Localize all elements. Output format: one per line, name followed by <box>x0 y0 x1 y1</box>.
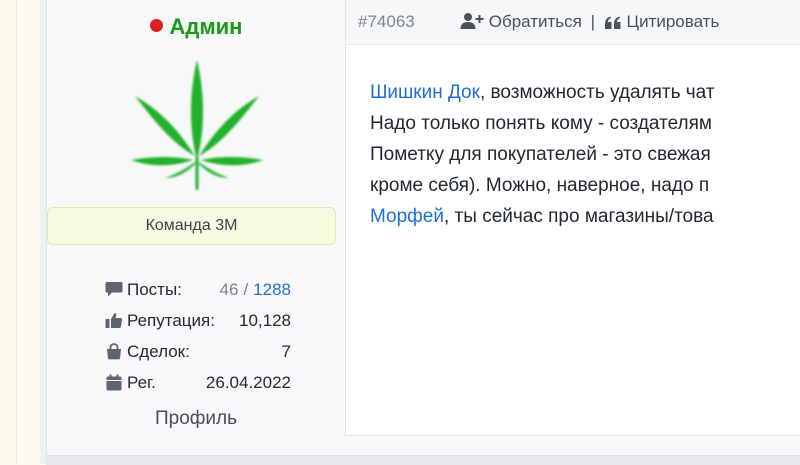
posts-separator: / <box>243 280 249 299</box>
calendar-icon <box>106 374 122 391</box>
actions-separator: | <box>590 12 596 31</box>
message-line-1: Шишкин Док, возможность удалять чат <box>370 77 800 108</box>
online-status-dot <box>149 19 163 32</box>
thumbs-up-icon <box>105 313 123 329</box>
stat-reputation-value: 10,128 <box>239 311 291 330</box>
message-line-4: кроме себя). Можно, наверное, надо п <box>370 175 710 196</box>
shopping-bag-icon <box>107 343 121 360</box>
stat-deals-value: 7 <box>281 342 291 361</box>
comment-icon <box>105 282 123 297</box>
posts-total-link[interactable]: 1288 <box>253 280 291 299</box>
post-message: Шишкин Док, возможность удалять чат Надо… <box>370 77 800 232</box>
profile-link[interactable]: Профиль <box>47 408 345 430</box>
contact-button[interactable]: Обратиться <box>460 12 587 31</box>
avatar[interactable] <box>129 56 265 194</box>
stat-registered-label: Рег. <box>127 373 156 392</box>
post-number-link[interactable]: #74063 <box>358 0 415 44</box>
stat-registered-value: 26.04.2022 <box>205 373 291 392</box>
message-line-2: Надо только понять кому - создателям <box>370 113 712 134</box>
cannabis-leaf-icon <box>131 60 263 190</box>
stat-posts: Посты: 46/1288 <box>105 278 291 309</box>
post-content: #74063 Обратиться | Цитировать Шишкин До… <box>345 0 800 436</box>
message-line-3: Пометку для покупателей - это свежая <box>370 144 711 165</box>
stat-deals: Сделок: 7 <box>105 340 291 371</box>
forum-post-frame: Админ Команда 3М Посты: 46 / 1288 Репута… <box>40 0 800 465</box>
user-group-badge: Команда 3М <box>47 207 336 245</box>
username[interactable]: Админ <box>47 14 345 40</box>
stat-reputation-label: Репутация: <box>127 311 215 330</box>
message-text: , возможность удалять чат <box>479 82 715 103</box>
quote-button[interactable]: Цитировать <box>599 12 719 31</box>
username-text[interactable]: Админ <box>170 14 243 39</box>
forum-post: Админ Команда 3М Посты: 46 / 1288 Репута… <box>46 0 800 462</box>
contact-button-label[interactable]: Обратиться <box>489 12 582 31</box>
posts-count: 46 <box>219 280 239 299</box>
user-plus-icon <box>460 13 484 29</box>
post-actions: Обратиться | Цитировать <box>460 0 719 44</box>
message-text: , ты сейчас про магазины/това <box>444 206 714 227</box>
quote-icon <box>604 16 621 29</box>
post-author-panel: Админ Команда 3М Посты: 46 / 1288 Репута… <box>47 0 345 440</box>
page-left-edge <box>0 0 17 464</box>
stat-posts-label: Посты: <box>127 280 182 299</box>
mention-link[interactable]: Морфей <box>370 206 444 227</box>
stat-deals-label: Сделок: <box>127 342 190 361</box>
user-stats: Посты: 46/1288 Репутация: 10,128 Сделок:… <box>105 278 291 402</box>
quote-button-label[interactable]: Цитировать <box>627 12 720 31</box>
stat-registered: Рег. 26.04.2022 <box>105 371 291 402</box>
stat-posts-value: 46/1288 <box>220 278 291 302</box>
message-line-5: Морфей, ты сейчас про магазины/това <box>370 201 800 232</box>
stat-reputation: Репутация: 10,128 <box>105 309 291 340</box>
post-header: #74063 Обратиться | Цитировать <box>346 0 800 45</box>
mention-link[interactable]: Шишкин Док <box>370 82 480 103</box>
